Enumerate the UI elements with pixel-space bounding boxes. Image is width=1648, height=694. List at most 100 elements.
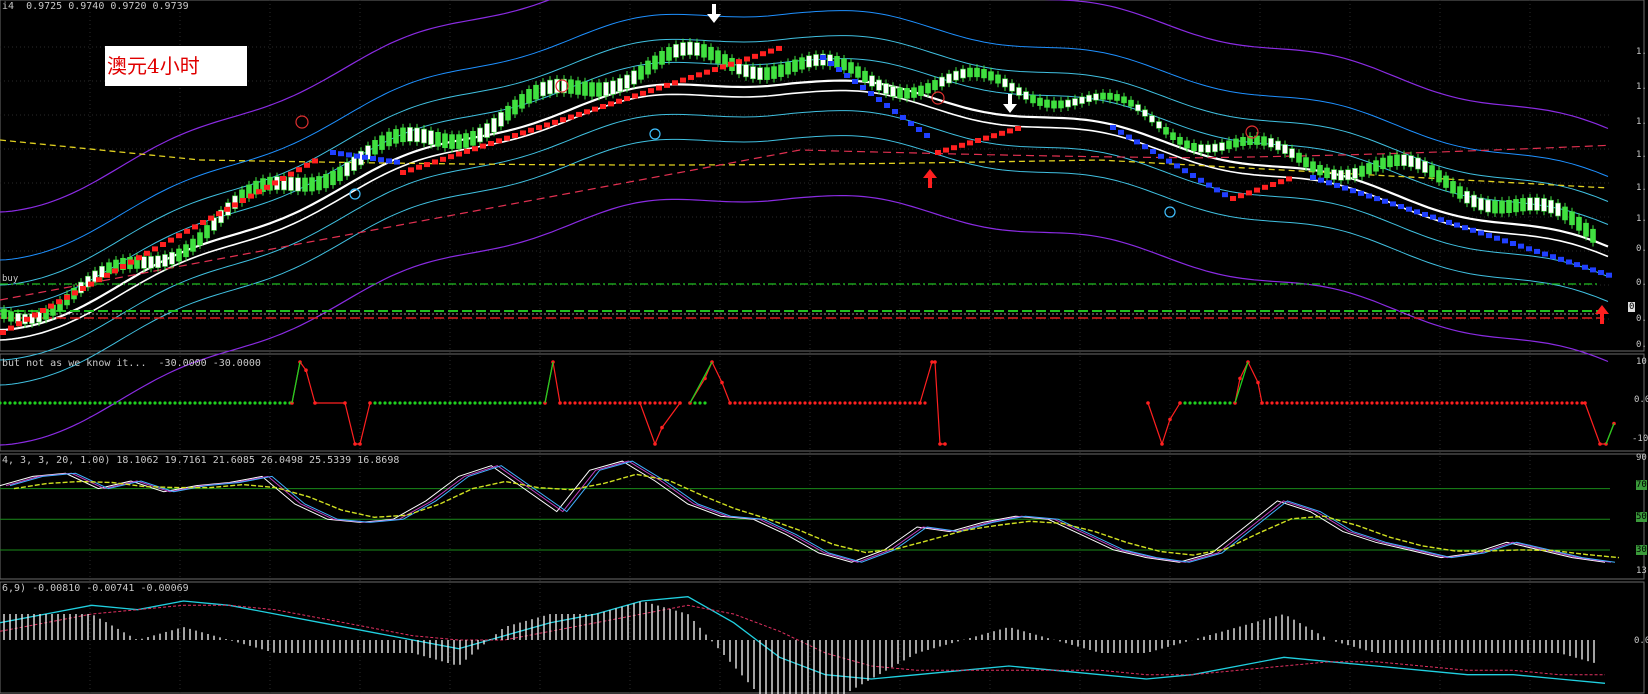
trend-dot-blue: [1198, 177, 1204, 183]
oscillator-dot: [1270, 401, 1274, 405]
oscillator-dot: [383, 401, 387, 405]
oscillator-dot: [233, 401, 237, 405]
candle-body: [470, 131, 476, 146]
oscillator-dot: [213, 401, 217, 405]
candle-body: [785, 62, 791, 75]
stoch-axis-label: 13: [1636, 566, 1647, 576]
oscillator-dot: [803, 401, 807, 405]
candle-body: [379, 135, 385, 150]
candle-body: [323, 174, 329, 189]
oscillator-dot: [818, 401, 822, 405]
candle-body: [1436, 170, 1442, 183]
trend-dot-blue: [1430, 214, 1436, 220]
oscillator-line-green: [689, 361, 713, 404]
trend-dot-red: [704, 69, 710, 75]
trend-dot-red: [296, 167, 302, 173]
candle-body: [757, 67, 763, 81]
trend-dot-blue: [860, 85, 866, 90]
candle-body: [407, 127, 413, 142]
osc1-header: but not as we know it... -30.0000 -30.00…: [2, 358, 261, 369]
candle-body: [869, 75, 875, 87]
oscillator-line: [1584, 402, 1615, 445]
candle-body: [1135, 104, 1141, 112]
oscillator-dot: [1445, 401, 1449, 405]
trend-dot-red: [176, 233, 182, 239]
candle-body: [876, 79, 882, 91]
oscillator-dot: [438, 401, 442, 405]
oscillator-dot: [703, 401, 707, 405]
candle-body: [1450, 181, 1456, 194]
oscillator-dot: [558, 401, 562, 405]
oscillator-dot: [733, 401, 737, 405]
stoch-axis-label: 70: [1636, 480, 1647, 490]
oscillator-dot: [568, 401, 572, 405]
trend-dot-blue: [1438, 217, 1444, 223]
trend-dot-blue: [1326, 180, 1332, 186]
oscillator-dot: [863, 401, 867, 405]
trend-dot-blue: [892, 109, 898, 114]
oscillator-dot: [273, 401, 277, 405]
oscillator-dot: [68, 401, 72, 405]
oscillator-dot: [393, 401, 397, 405]
candle-body: [309, 177, 315, 192]
trend-dot-blue: [1486, 233, 1492, 239]
candle-body: [953, 70, 959, 81]
candle-body: [1, 308, 7, 319]
candle-body: [1464, 190, 1470, 204]
oscillator-dot: [778, 401, 782, 405]
oscillator-dot: [828, 401, 832, 405]
oscillator-dot: [1410, 401, 1414, 405]
stoch-line-white: [0, 460, 1606, 563]
candle-body: [1198, 144, 1204, 153]
candle-body: [617, 78, 623, 93]
oscillator-dot: [763, 401, 767, 405]
candle-body: [1030, 94, 1036, 104]
oscillator-dot: [378, 401, 382, 405]
oscillator-dot: [1310, 401, 1314, 405]
oscillator-dot: [698, 401, 702, 405]
trend-dot-blue: [836, 67, 842, 72]
oscillator-dot: [628, 401, 632, 405]
oscillator-dot: [508, 401, 512, 405]
candle-body: [1023, 91, 1029, 100]
trend-dot-blue: [1190, 173, 1196, 178]
chart-stage: i4 0.9725 0.9740 0.9720 0.9739 buy but n…: [0, 0, 1648, 694]
trend-dot-red: [16, 321, 22, 327]
trend-dot-blue: [1590, 267, 1596, 273]
candle-body: [750, 66, 756, 80]
chart-title: 澳元4小时: [107, 54, 200, 78]
oscillator-dot: [13, 401, 17, 405]
candle-body: [1534, 197, 1540, 211]
trend-dot-red: [536, 125, 542, 131]
main-axis-label: 1.: [1636, 183, 1647, 193]
oscillator-dot: [178, 401, 182, 405]
oscillator-dot: [513, 401, 517, 405]
moving-average-white-2: [0, 89, 1609, 341]
trend-dot-blue: [1374, 196, 1380, 202]
oscillator-dot: [1510, 401, 1514, 405]
trend-dot-red: [264, 184, 270, 190]
oscillator-dot: [1223, 401, 1227, 405]
oscillator-dot: [83, 401, 87, 405]
candle-body: [442, 133, 448, 149]
oscillator-dot: [653, 442, 657, 446]
oscillator-dot: [1345, 401, 1349, 405]
trend-dot-red: [1238, 193, 1244, 199]
candle-body: [1555, 202, 1561, 217]
candle-body: [155, 255, 161, 268]
oscillator-dot: [1213, 401, 1217, 405]
oscillator-dot: [1228, 401, 1232, 405]
candle-body: [1121, 96, 1127, 104]
trend-dot-red: [88, 281, 94, 287]
candle-body: [1303, 157, 1309, 168]
trend-dot-red: [967, 140, 973, 146]
oscillator-dot: [453, 401, 457, 405]
oscillator-dot: [373, 401, 377, 405]
candle-body: [421, 128, 427, 144]
candle-body: [1380, 157, 1386, 170]
osc1-axis-label: 0.0: [1634, 395, 1648, 405]
candle-body: [344, 161, 350, 177]
candle-body: [1443, 175, 1449, 188]
candle-body: [1541, 198, 1547, 212]
trend-dot-red: [496, 138, 502, 144]
